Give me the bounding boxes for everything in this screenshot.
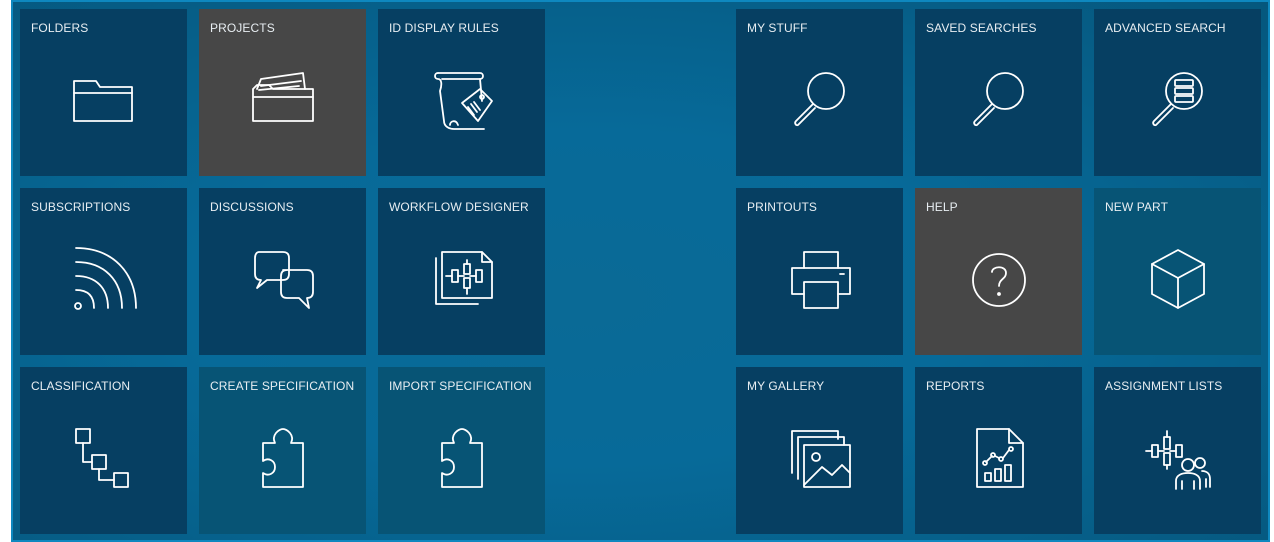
tile-label: DISCUSSIONS — [210, 200, 294, 214]
advanced-search-icon — [1138, 59, 1218, 139]
projects-icon — [243, 59, 323, 139]
gallery-icon — [780, 417, 860, 497]
printer-icon — [780, 238, 860, 318]
tile-reports[interactable]: REPORTS — [915, 367, 1082, 534]
tile-import-specification[interactable]: IMPORT SPECIFICATION — [378, 367, 545, 534]
puzzle-icon — [422, 417, 502, 497]
tile-discussions[interactable]: DISCUSSIONS — [199, 188, 366, 355]
tile-label: PROJECTS — [210, 21, 275, 35]
search-icon — [780, 59, 860, 139]
scroll-tag-icon — [422, 59, 502, 139]
tile-help[interactable]: HELP — [915, 188, 1082, 355]
tile-assignment-lists[interactable]: ASSIGNMENT LISTS — [1094, 367, 1261, 534]
tile-new-part[interactable]: NEW PART — [1094, 188, 1261, 355]
tile-label: HELP — [926, 200, 958, 214]
workflow-icon — [422, 238, 502, 318]
puzzle-icon — [243, 417, 323, 497]
tile-label: SUBSCRIPTIONS — [31, 200, 131, 214]
tile-label: PRINTOUTS — [747, 200, 818, 214]
tile-label: ID DISPLAY RULES — [389, 21, 499, 35]
tile-subscriptions[interactable]: SUBSCRIPTIONS — [20, 188, 187, 355]
tile-label: SAVED SEARCHES — [926, 21, 1037, 35]
tile-workflow-designer[interactable]: WORKFLOW DESIGNER — [378, 188, 545, 355]
rss-icon — [64, 238, 144, 318]
tile-dashboard: FOLDERS PROJECTS ID DISPLAY RULES MY STU… — [11, 0, 1270, 542]
tile-label: MY GALLERY — [747, 379, 825, 393]
tile-advanced-search[interactable]: ADVANCED SEARCH — [1094, 9, 1261, 176]
tile-label: CLASSIFICATION — [31, 379, 131, 393]
tile-label: ADVANCED SEARCH — [1105, 21, 1226, 35]
tile-label: CREATE SPECIFICATION — [210, 379, 355, 393]
assignment-people-icon — [1138, 417, 1218, 497]
tile-projects[interactable]: PROJECTS — [199, 9, 366, 176]
tile-create-specification[interactable]: CREATE SPECIFICATION — [199, 367, 366, 534]
tile-label: FOLDERS — [31, 21, 89, 35]
tile-label: MY STUFF — [747, 21, 808, 35]
help-icon — [959, 238, 1039, 318]
tile-label: NEW PART — [1105, 200, 1169, 214]
tile-label: IMPORT SPECIFICATION — [389, 379, 532, 393]
tile-label: REPORTS — [926, 379, 985, 393]
search-icon — [959, 59, 1039, 139]
hierarchy-icon — [64, 417, 144, 497]
tile-saved-searches[interactable]: SAVED SEARCHES — [915, 9, 1082, 176]
cube-icon — [1138, 238, 1218, 318]
tile-label: WORKFLOW DESIGNER — [389, 200, 529, 214]
tile-classification[interactable]: CLASSIFICATION — [20, 367, 187, 534]
tile-id-display-rules[interactable]: ID DISPLAY RULES — [378, 9, 545, 176]
tile-folders[interactable]: FOLDERS — [20, 9, 187, 176]
tile-my-gallery[interactable]: MY GALLERY — [736, 367, 903, 534]
tile-my-stuff[interactable]: MY STUFF — [736, 9, 903, 176]
tile-label: ASSIGNMENT LISTS — [1105, 379, 1223, 393]
tile-printouts[interactable]: PRINTOUTS — [736, 188, 903, 355]
chat-bubbles-icon — [243, 238, 323, 318]
report-chart-icon — [959, 417, 1039, 497]
folder-icon — [64, 59, 144, 139]
